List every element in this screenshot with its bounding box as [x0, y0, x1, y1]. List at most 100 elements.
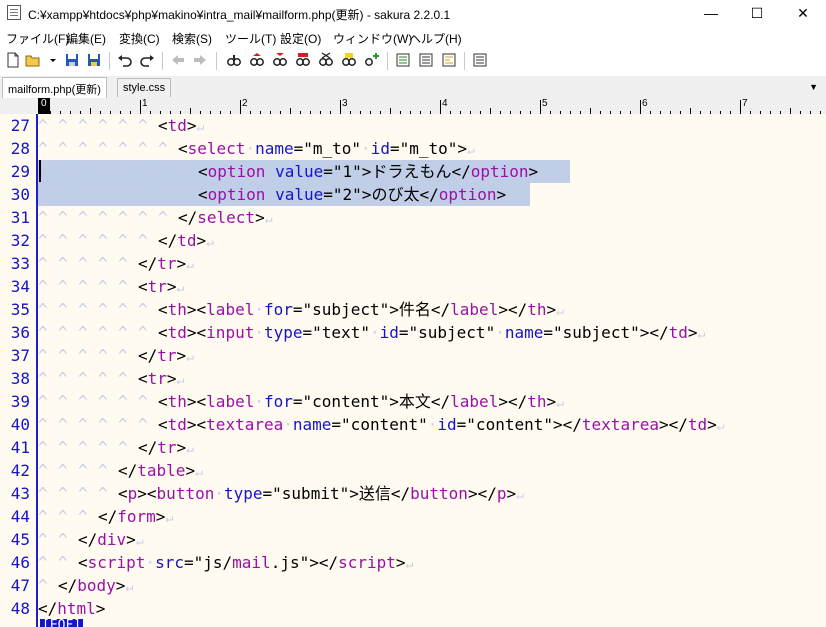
indent-mark: ^: [38, 277, 48, 296]
code-token: for: [263, 392, 293, 411]
code-token: </: [98, 507, 118, 526]
code-token: >: [496, 185, 507, 204]
indent-mark: ^: [118, 162, 128, 181]
code-token: value: [275, 185, 324, 204]
line-number: 40: [10, 415, 30, 434]
code-token: ·: [265, 162, 276, 181]
indent-mark: ^: [38, 507, 48, 526]
dropdown-arrow-icon[interactable]: [45, 52, 56, 68]
menu-settings[interactable]: 設定(O): [280, 30, 321, 47]
maximize-button[interactable]: ☐: [734, 0, 780, 26]
menu-window[interactable]: ウィンドウ(W): [333, 30, 412, 47]
indent-mark: ^: [38, 139, 48, 158]
menu-search[interactable]: 検索(S): [172, 30, 212, 47]
code-token: label: [450, 300, 499, 319]
indent-mark: ^: [58, 530, 68, 549]
search-next-icon[interactable]: [272, 52, 288, 68]
menu-edit[interactable]: 編集(E): [66, 30, 106, 47]
eol-mark: ↵: [516, 488, 524, 503]
code-token: script: [87, 553, 146, 572]
indent-mark: ^: [138, 185, 148, 204]
tab-mailform-php[interactable]: mailform.php(更新): [2, 77, 107, 98]
eol-mark: ↵: [556, 304, 564, 319]
save-all-icon[interactable]: [86, 52, 102, 68]
indent-mark: ^: [98, 323, 108, 342]
code-token: ></: [467, 484, 497, 503]
indent-mark: ^: [58, 139, 68, 158]
code-token: =: [302, 323, 313, 342]
indent-mark: ^: [138, 323, 148, 342]
menu-convert[interactable]: 変換(C): [119, 30, 160, 47]
indent-mark: ^: [38, 392, 48, 411]
undo-icon[interactable]: [117, 52, 133, 68]
mark-icon[interactable]: [318, 52, 334, 68]
replace-icon[interactable]: [295, 52, 311, 68]
indent-mark: ^: [58, 231, 68, 250]
search-icon[interactable]: [226, 52, 242, 68]
ruler-tick: [740, 100, 741, 114]
settings-icon[interactable]: [472, 52, 488, 68]
indent-mark: ^: [78, 438, 88, 457]
code-token: td: [167, 323, 187, 342]
grep-icon[interactable]: [341, 52, 357, 68]
code-token: </: [138, 346, 158, 365]
indent-mark: ^: [58, 254, 68, 273]
redo-icon[interactable]: [139, 52, 155, 68]
open-folder-icon[interactable]: [25, 52, 41, 68]
code-token: ·: [214, 484, 224, 503]
code-line: ^ ^ ^ ^ ^ </tr>↵: [38, 344, 194, 367]
forward-icon[interactable]: [192, 52, 208, 68]
tab-list-dropdown[interactable]: ▼: [809, 82, 818, 92]
code-token: ドラえもん: [371, 162, 452, 181]
menu-tools[interactable]: ツール(T): [225, 30, 276, 47]
code-token: name: [255, 139, 294, 158]
menu-file[interactable]: ファイル(F): [6, 30, 69, 47]
indent-mark: ^: [58, 484, 68, 503]
code-token: td: [687, 415, 708, 434]
code-token: tr: [157, 438, 177, 457]
ruler-label: 5: [542, 98, 548, 109]
line-number: 43: [10, 484, 30, 503]
tab-style-css[interactable]: style.css: [117, 78, 172, 97]
code-token: th: [167, 300, 187, 319]
minimize-button[interactable]: —: [688, 0, 734, 26]
line-number: 37: [10, 346, 30, 365]
compare-icon[interactable]: [418, 52, 434, 68]
code-token: type: [223, 484, 263, 503]
line-number: 27: [10, 116, 30, 135]
code-token: </: [178, 208, 198, 227]
editor-area[interactable]: 27 28 29 30 31 32 33 34 35 36 37 38 39 40 41 42 43 44 45 46…: [0, 114, 826, 627]
save-icon[interactable]: [64, 52, 80, 68]
search-prev-icon[interactable]: [249, 52, 265, 68]
code-line: ^ ^ ^ ^ </table>↵: [38, 459, 203, 482]
indent-mark: ^: [118, 346, 128, 365]
new-file-icon[interactable]: [5, 52, 21, 68]
eol-mark: ↵: [538, 166, 546, 181]
function-list-icon[interactable]: [441, 52, 457, 68]
line-number: 32: [10, 231, 30, 250]
menu-help[interactable]: ヘルプ(H): [409, 30, 462, 47]
code-token: >: [707, 415, 717, 434]
indent-mark: ^: [138, 162, 148, 181]
indent-mark: ^: [58, 346, 68, 365]
indent-mark: ^: [58, 300, 68, 319]
code-token: >: [255, 208, 265, 227]
ruler-tick: [340, 100, 341, 114]
code-line: ^ ^ ^ ^ ^ ^ <td><input·type="text"·id="subject…: [38, 321, 705, 344]
indent-mark: ^: [78, 162, 88, 181]
code-token: th: [167, 392, 187, 411]
code-token: </: [158, 231, 178, 250]
back-icon[interactable]: [170, 52, 186, 68]
tag-jump-icon[interactable]: [364, 52, 380, 68]
indent-mark: ^: [78, 392, 88, 411]
outline-icon[interactable]: [395, 52, 411, 68]
code-token: "subject": [553, 323, 640, 342]
code-line: </html>: [38, 597, 105, 620]
indent-mark: ^: [78, 231, 88, 250]
close-button[interactable]: ✕: [780, 0, 826, 26]
eol-mark: ↵: [176, 281, 185, 296]
eol-mark: ↵: [716, 419, 725, 434]
indent-mark: ^: [98, 254, 108, 273]
toolbar-separator: [109, 52, 110, 70]
code-token: >: [546, 392, 557, 411]
